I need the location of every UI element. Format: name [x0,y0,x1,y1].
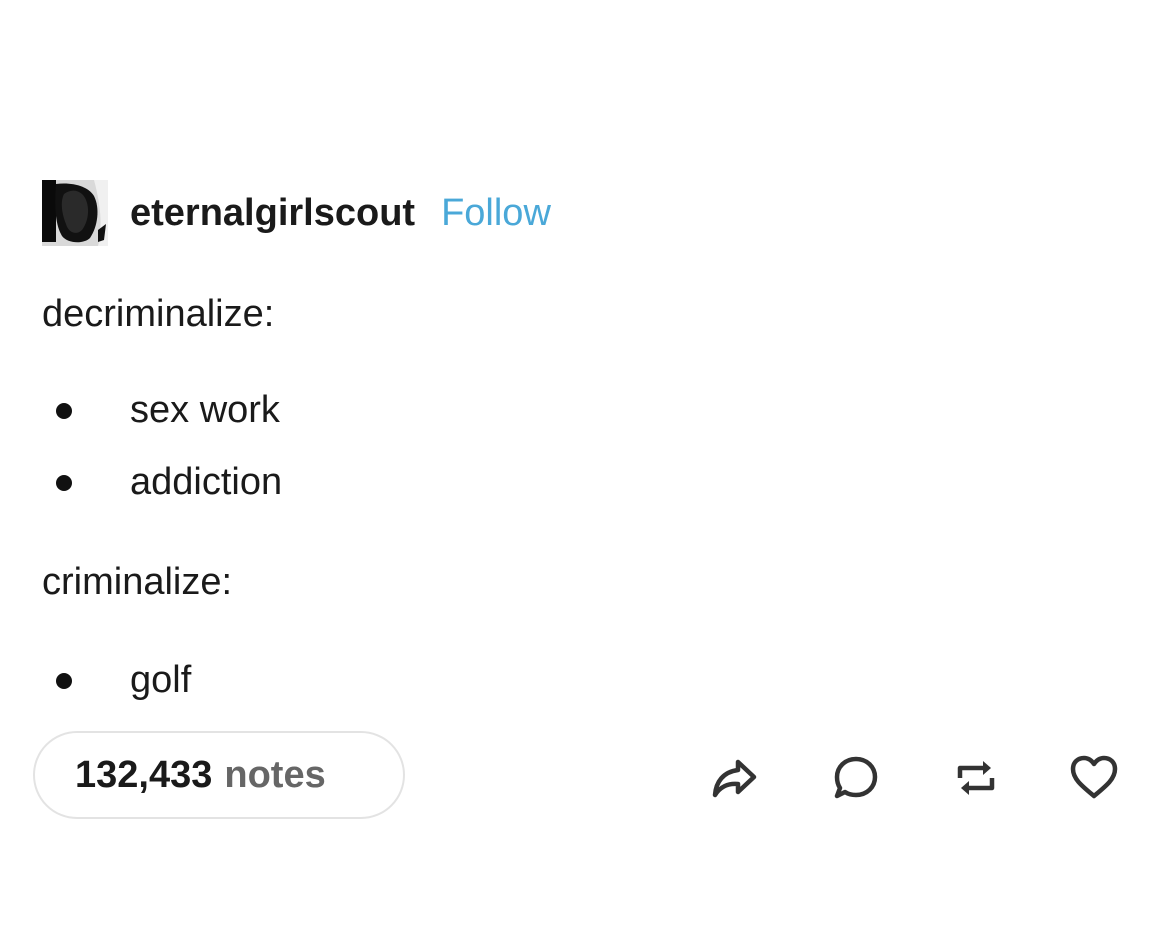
bullet-icon [56,673,72,689]
reblog-icon [957,761,995,795]
notes-count: 132,433 [75,753,213,796]
reply-button[interactable] [830,752,882,804]
follow-button[interactable]: Follow [441,192,551,235]
tumblr-post: eternalgirlscout Follow decriminalize: s… [0,0,1170,951]
notes-button[interactable]: 132,433 notes [33,731,405,819]
share-icon [712,759,757,798]
bullet-icon [56,403,72,419]
list-item-text: sex work [130,389,280,431]
section-heading: criminalize: [42,561,233,603]
like-button[interactable] [1068,752,1120,804]
reply-icon [834,756,878,799]
avatar-icon[interactable] [42,180,108,246]
reblog-button[interactable] [950,752,1002,804]
list-item-text: golf [130,659,192,701]
bullet-icon [56,475,72,491]
like-icon [1070,755,1118,799]
list-item-text: addiction [130,461,283,503]
post-header: eternalgirlscout Follow [42,180,551,246]
notes-label: notes [224,753,326,796]
author-username[interactable]: eternalgirlscout [130,192,415,235]
section-heading: decriminalize: [42,293,275,335]
share-button[interactable] [708,752,760,804]
